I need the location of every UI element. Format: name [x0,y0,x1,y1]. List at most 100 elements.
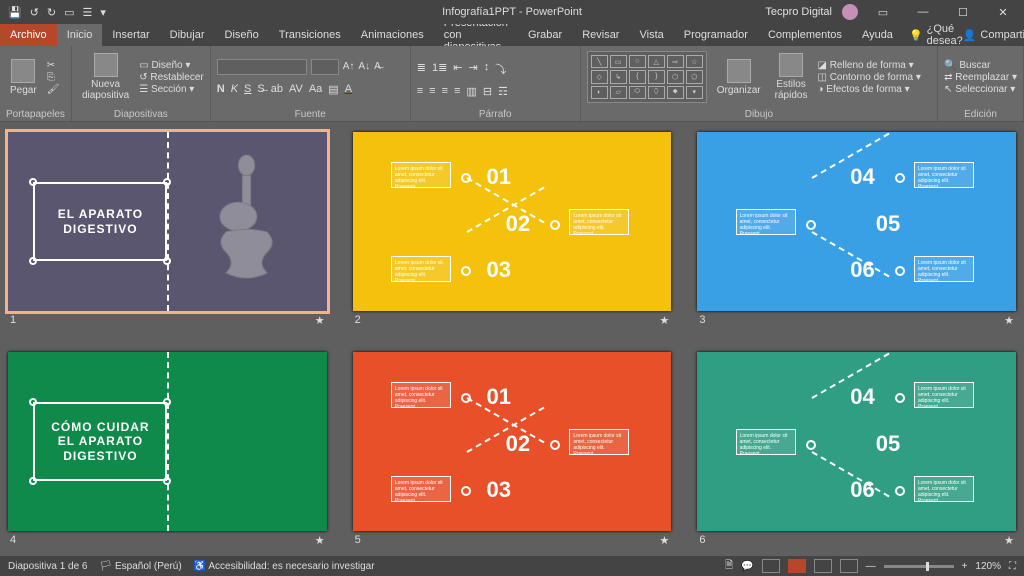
normal-view-button[interactable] [762,559,780,573]
save-icon[interactable]: 💾 [8,6,22,19]
align-left-icon[interactable]: ≡ [417,85,423,98]
fit-to-window-icon[interactable]: ⛶ [1009,561,1016,572]
tab-file[interactable]: Archivo [0,24,57,46]
minimize-icon[interactable]: — [908,6,938,18]
bold-icon[interactable]: N [217,83,225,96]
slide-thumbnail[interactable]: EL APARATO DIGESTIVO1★ [8,132,327,332]
user-name[interactable]: Tecpro Digital [765,6,832,18]
user-avatar[interactable] [842,4,858,20]
zoom-in-icon[interactable]: + [962,561,968,572]
zoom-level[interactable]: 120% [975,561,1001,572]
ribbon-display-options-icon[interactable]: ▭ [868,6,898,19]
tab-animaciones[interactable]: Animaciones [351,24,434,46]
italic-icon[interactable]: K [231,83,238,96]
strike-icon[interactable]: S̶ [257,83,264,96]
tab-grabar[interactable]: Grabar [518,24,572,46]
text-direction-icon[interactable]: ⤵ [495,61,506,77]
qat-customize-icon[interactable]: ▾ [100,6,106,19]
shapes-gallery[interactable]: ╲▭○△⇨☆ ◇↳{}⬡⬠ ◐▱⬭⬯⬥▾ [587,51,707,103]
spacing-icon[interactable]: AV [289,83,303,96]
justify-icon[interactable]: ≡ [454,85,460,98]
group-slides: Nueva diapositiva ▭ Diseño ▾ ↺ Restablec… [72,46,211,121]
slideshow-start-icon[interactable]: ▭ [64,6,74,19]
tab-revisar[interactable]: Revisar [572,24,629,46]
case-icon[interactable]: Aa [309,83,322,96]
slide-thumbnail[interactable]: CÓMO CUIDAR EL APARATO DIGESTIVO4★ [8,352,327,552]
numbering-icon[interactable]: 1≣ [432,61,447,77]
arrange-button[interactable]: Organizar [713,57,765,98]
bullets-icon[interactable]: ≣ [417,61,426,77]
section-button[interactable]: ☰ Sección ▾ [139,84,204,95]
slideshow-view-button[interactable] [840,559,858,573]
smartart-icon[interactable]: ☶ [498,85,508,98]
language-status[interactable]: 🏳 Español (Perú) [100,561,182,572]
shadow-icon[interactable]: ab [271,83,283,96]
accessibility-status[interactable]: ♿ Accesibilidad: es necesario investigar [194,561,375,572]
undo-icon[interactable]: ↺ [30,6,39,19]
slide-title: CÓMO CUIDAR EL APARATO DIGESTIVO [33,402,167,481]
underline-icon[interactable]: S [244,83,251,96]
tab-ayuda[interactable]: Ayuda [852,24,903,46]
text-card: Lorem ipsum dolor sit amet, consectetur … [736,429,796,455]
find-button[interactable]: 🔍 Buscar [944,60,1017,71]
columns-icon[interactable]: ▥ [466,85,476,98]
touch-mode-icon[interactable]: ☰ [83,6,93,19]
quick-styles-button[interactable]: Estilos rápidos [771,51,812,103]
format-painter-icon[interactable]: 🖌 [47,84,60,95]
slide-number-04: 04 [850,384,874,410]
redo-icon[interactable]: ↻ [47,6,56,19]
new-slide-label: Nueva diapositiva [82,79,129,101]
tab-inicio[interactable]: Inicio [57,24,103,46]
copy-icon[interactable]: ⎘ [47,72,60,83]
layout-button[interactable]: ▭ Diseño ▾ [139,60,204,71]
tab-dibujar[interactable]: Dibujar [160,24,215,46]
indent-decrease-icon[interactable]: ⇤ [453,61,462,77]
zoom-out-icon[interactable]: — [866,561,876,572]
slide-thumbnail[interactable]: 01Lorem ipsum dolor sit amet, consectetu… [353,132,672,332]
slide-thumbnail[interactable]: 04 Lorem ipsum dolor sit amet, consectetu… [697,352,1016,552]
decrease-font-icon[interactable]: A↓ [358,61,370,72]
clear-format-icon[interactable]: A̶ [374,61,381,72]
maximize-icon[interactable]: ☐ [948,6,978,19]
reading-view-button[interactable] [814,559,832,573]
notes-button[interactable]: 🗎 [725,558,733,575]
close-icon[interactable]: ✕ [988,6,1018,19]
slide-thumbnail[interactable]: 04Lorem ipsum dolor sit amet, consectetu… [697,132,1016,332]
increase-font-icon[interactable]: A↑ [343,61,355,72]
tab-diseno[interactable]: Diseño [215,24,269,46]
slide-sorter[interactable]: EL APARATO DIGESTIVO1★01Lorem ipsum dolo… [0,122,1024,556]
comments-button[interactable]: 💬 [741,561,753,572]
cut-icon[interactable]: ✂ [47,60,60,71]
indent-increase-icon[interactable]: ⇥ [469,61,478,77]
line-spacing-icon[interactable]: ↕ [484,61,490,77]
tab-vista[interactable]: Vista [629,24,673,46]
align-right-icon[interactable]: ≡ [442,85,448,98]
tab-presentacion[interactable]: Presentación con diapositivas [434,24,518,46]
new-slide-button[interactable]: Nueva diapositiva [78,51,133,103]
tell-me[interactable]: 💡¿Qué desea? [909,23,963,47]
highlight-icon[interactable]: ▤ [328,83,338,96]
zoom-slider[interactable] [884,565,954,568]
sorter-view-button[interactable] [788,559,806,573]
share-button[interactable]: 👤Compartir [963,29,1024,42]
shape-effects-button[interactable]: ◑ Efectos de forma ▾ [817,84,920,95]
align-center-icon[interactable]: ≡ [429,85,435,98]
font-family-select[interactable] [217,59,307,75]
select-button[interactable]: ↖ Seleccionar ▾ [944,84,1017,95]
replace-button[interactable]: ⇄ Reemplazar ▾ [944,72,1017,83]
shape-fill-button[interactable]: ◪ Relleno de forma ▾ [817,60,920,71]
tab-insertar[interactable]: Insertar [102,24,159,46]
text-card: Lorem ipsum dolor sit amet, consectetur … [914,476,974,502]
tab-complementos[interactable]: Complementos [758,24,852,46]
slide-counter[interactable]: Diapositiva 1 de 6 [8,561,88,572]
align-text-icon[interactable]: ⊟ [483,85,492,98]
tab-programador[interactable]: Programador [674,24,758,46]
reset-button[interactable]: ↺ Restablecer [139,72,204,83]
lightbulb-icon: 💡 [909,29,923,42]
paste-button[interactable]: Pegar [6,57,41,98]
font-size-select[interactable] [311,59,339,75]
shape-outline-button[interactable]: ◫ Contorno de forma ▾ [817,72,920,83]
tab-transiciones[interactable]: Transiciones [269,24,351,46]
slide-thumbnail[interactable]: 01Lorem ipsum dolor sit amet, consectetu… [353,352,672,552]
font-color-icon[interactable]: A [345,83,352,96]
